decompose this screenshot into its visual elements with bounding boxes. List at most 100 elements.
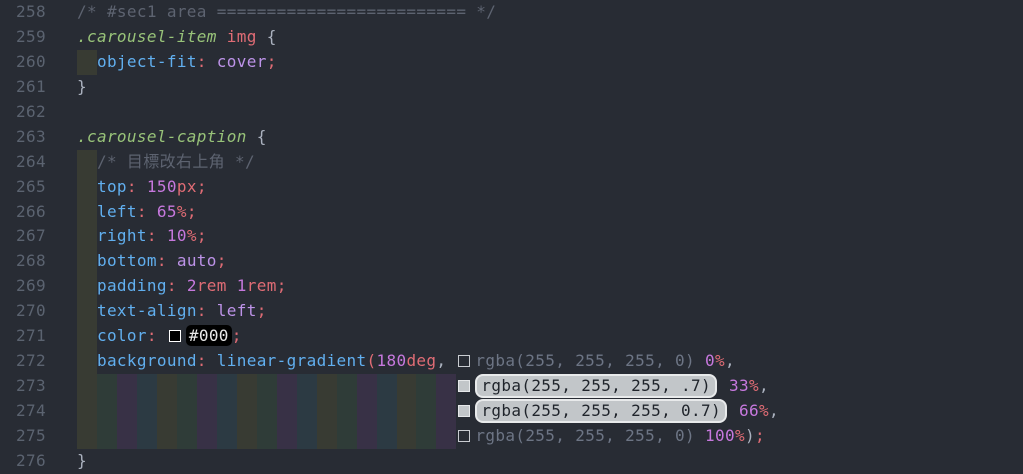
token-punct	[207, 52, 217, 71]
code-line[interactable]: 270 text-align: left;	[0, 299, 1023, 324]
code-line[interactable]: 263.carousel-caption {	[0, 125, 1023, 150]
line-number[interactable]: 259	[0, 25, 77, 50]
code-line[interactable]: 259.carousel-item img {	[0, 25, 1023, 50]
code-text[interactable]: rgba(255, 255, 255, 0) 100%);	[77, 424, 1023, 449]
code-text[interactable]: color: #000;	[77, 324, 1023, 349]
code-line[interactable]: 269 padding: 2rem 1rem;	[0, 274, 1023, 299]
token-unit: %	[735, 426, 745, 445]
token-kw: left	[217, 301, 257, 320]
token-colon: ;	[197, 226, 207, 245]
token-prop: padding	[97, 276, 167, 295]
line-number[interactable]: 276	[0, 449, 77, 474]
line-number[interactable]: 268	[0, 249, 77, 274]
token-colon: :	[137, 202, 147, 221]
token-num: 150	[147, 177, 177, 196]
color-preview-pill[interactable]: rgba(255, 255, 255, 0.7)	[475, 399, 727, 423]
code-line[interactable]: 272 background: linear-gradient(180deg, …	[0, 349, 1023, 374]
code-text[interactable]: top: 150px;	[77, 175, 1023, 200]
indent-guide-stripe	[137, 374, 157, 399]
code-text[interactable]: .carousel-caption {	[77, 125, 1023, 150]
line-number[interactable]: 266	[0, 200, 77, 225]
line-number[interactable]: 272	[0, 349, 77, 374]
code-text[interactable]: rgba(255, 255, 255, .7) 33%,	[77, 374, 1023, 399]
indent-guide-stripe	[77, 50, 97, 75]
code-text[interactable]: background: linear-gradient(180deg, rgba…	[77, 349, 1023, 374]
color-preview-pill[interactable]: rgba(255, 255, 255, .7)	[475, 374, 717, 398]
indent-guide-stripe	[197, 424, 217, 449]
line-number[interactable]: 258	[0, 0, 77, 25]
code-line[interactable]: 271 color: #000;	[0, 324, 1023, 349]
code-line[interactable]: 264 /* 目標改右上角 */	[0, 150, 1023, 175]
code-editor[interactable]: 258/* #sec1 area =======================…	[0, 0, 1023, 474]
token-prop: background	[97, 351, 197, 370]
code-line[interactable]: 267 right: 10%;	[0, 224, 1023, 249]
token-punct	[247, 127, 257, 146]
token-num: 1	[237, 276, 247, 295]
code-text[interactable]: rgba(255, 255, 255, 0.7) 66%,	[77, 399, 1023, 424]
line-number[interactable]: 264	[0, 150, 77, 175]
token-colon: :	[147, 326, 157, 345]
token-punct	[729, 401, 739, 420]
indent-guide-stripe	[97, 424, 117, 449]
line-number[interactable]: 265	[0, 175, 77, 200]
code-line[interactable]: 260 object-fit: cover;	[0, 50, 1023, 75]
line-number[interactable]: 274	[0, 399, 77, 424]
line-number[interactable]: 260	[0, 50, 77, 75]
color-swatch-black[interactable]	[169, 330, 181, 342]
code-line[interactable]: 265 top: 150px;	[0, 175, 1023, 200]
code-text[interactable]: }	[77, 449, 1023, 474]
line-number[interactable]: 267	[0, 224, 77, 249]
indent-guide-stripe	[237, 399, 257, 424]
token-colon: ;	[277, 276, 287, 295]
code-text[interactable]: object-fit: cover;	[77, 50, 1023, 75]
color-swatch-hollow[interactable]	[458, 430, 470, 442]
code-line[interactable]: 261}	[0, 75, 1023, 100]
line-number[interactable]: 271	[0, 324, 77, 349]
code-text[interactable]: text-align: left;	[77, 299, 1023, 324]
token-colon: :	[197, 351, 207, 370]
line-number[interactable]: 273	[0, 374, 77, 399]
token-punct	[695, 351, 705, 370]
code-text[interactable]	[77, 100, 1023, 125]
code-line[interactable]: 273 rgba(255, 255, 255, .7) 33%,	[0, 374, 1023, 399]
color-swatch-filled[interactable]	[458, 380, 470, 392]
color-swatch-hollow[interactable]	[458, 355, 470, 367]
indent-guide-stripe	[157, 399, 177, 424]
line-number[interactable]: 270	[0, 299, 77, 324]
indent-guide-stripe	[277, 424, 297, 449]
indent-guide-stripe	[257, 374, 277, 399]
code-line[interactable]: 258/* #sec1 area =======================…	[0, 0, 1023, 25]
indent-guide-stripe	[77, 299, 97, 324]
line-number[interactable]: 275	[0, 424, 77, 449]
token-colon: :	[197, 301, 207, 320]
token-colon: :	[147, 226, 157, 245]
code-line[interactable]: 276}	[0, 449, 1023, 474]
code-text[interactable]: /* 目標改右上角 */	[77, 150, 1023, 175]
code-text[interactable]: left: 65%;	[77, 200, 1023, 225]
line-number[interactable]: 261	[0, 75, 77, 100]
token-faded: rgba(255, 255, 255, 0)	[475, 351, 695, 370]
color-swatch-filled[interactable]	[458, 405, 470, 417]
code-text[interactable]: }	[77, 75, 1023, 100]
color-preview-pill[interactable]: #000	[186, 325, 232, 346]
token-num: 65	[157, 202, 177, 221]
code-text[interactable]: padding: 2rem 1rem;	[77, 274, 1023, 299]
code-text[interactable]: .carousel-item img {	[77, 25, 1023, 50]
code-text[interactable]: bottom: auto;	[77, 249, 1023, 274]
code-line[interactable]: 266 left: 65%;	[0, 200, 1023, 225]
code-text[interactable]: /* #sec1 area ========================= …	[77, 0, 1023, 25]
token-punct	[217, 27, 227, 46]
code-text[interactable]: right: 10%;	[77, 224, 1023, 249]
code-line[interactable]: 275 rgba(255, 255, 255, 0) 100%);	[0, 424, 1023, 449]
token-punct: )	[745, 426, 755, 445]
line-number[interactable]: 263	[0, 125, 77, 150]
indent-guide-stripe	[357, 399, 377, 424]
line-number[interactable]: 262	[0, 100, 77, 125]
code-line[interactable]: 262	[0, 100, 1023, 125]
code-line[interactable]: 274 rgba(255, 255, 255, 0.7) 66%,	[0, 399, 1023, 424]
token-punct: ,	[725, 351, 735, 370]
indent-guide-stripe	[77, 150, 97, 175]
token-punct	[167, 251, 177, 270]
line-number[interactable]: 269	[0, 274, 77, 299]
code-line[interactable]: 268 bottom: auto;	[0, 249, 1023, 274]
